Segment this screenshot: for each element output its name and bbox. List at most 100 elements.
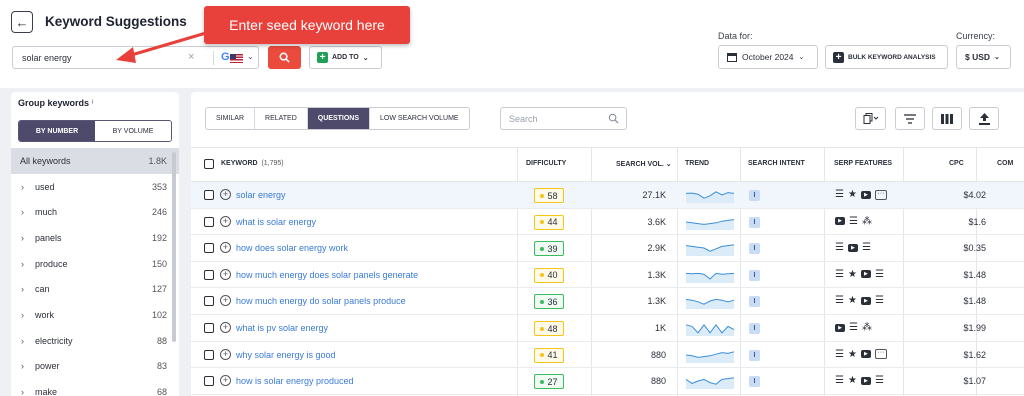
currency-label: Currency: xyxy=(956,31,996,41)
group-item-label: All keywords xyxy=(20,155,71,166)
seed-keyword-value: solar energy xyxy=(22,53,72,63)
chevron-down-icon[interactable]: ⌄ xyxy=(247,52,254,61)
keyword-header-label: KEYWORD xyxy=(221,160,258,167)
keyword-link[interactable]: how does solar energy work xyxy=(236,243,348,253)
group-item[interactable]: › power 83 xyxy=(11,354,179,380)
serp-features-header[interactable]: SERP FEATURES xyxy=(834,160,892,167)
serp-features: ☰ ★ ▶ ··· xyxy=(835,189,887,200)
add-circle-icon[interactable]: + xyxy=(220,189,231,200)
table-row[interactable]: + how much energy do solar panels produce… xyxy=(191,288,1024,315)
table-header: KEYWORD (1,795) DIFFICULTY SEARCH VOL. ⌄… xyxy=(191,147,1024,182)
search-button[interactable] xyxy=(268,46,301,69)
row-checkbox[interactable] xyxy=(204,216,214,227)
add-circle-icon[interactable]: + xyxy=(220,242,231,254)
group-item-label: used xyxy=(35,181,55,192)
group-item[interactable]: › make 68 xyxy=(11,379,179,396)
keyword-link[interactable]: how is solar energy produced xyxy=(236,376,354,386)
group-item[interactable]: › used 353 xyxy=(11,174,179,200)
difficulty-value: 48 xyxy=(547,323,558,334)
copy-button[interactable] xyxy=(855,107,886,130)
serp-features: ☰ ★ ▶ ☰ xyxy=(835,295,884,306)
select-all-checkbox[interactable] xyxy=(204,159,214,169)
table-row[interactable]: + what is solar energy 44 3.6K I ▶ ☰ ⁂ $1.6 xyxy=(191,209,1024,236)
group-item-label: make xyxy=(35,387,58,396)
row-checkbox[interactable] xyxy=(204,269,214,280)
tab-related[interactable]: RELATED xyxy=(255,108,308,129)
add-circle-icon[interactable]: + xyxy=(220,348,231,360)
back-button[interactable]: ← xyxy=(11,11,33,33)
row-checkbox[interactable] xyxy=(204,190,214,200)
keyword-link[interactable]: how much energy do solar panels produce xyxy=(236,296,406,306)
seed-keyword-input[interactable]: solar energy × G ⌄ xyxy=(12,46,259,69)
keyword-header[interactable]: KEYWORD (1,795) xyxy=(221,160,284,167)
add-circle-icon[interactable]: + xyxy=(220,322,231,333)
difficulty-header[interactable]: DIFFICULTY xyxy=(526,160,566,167)
group-item[interactable]: › produce 150 xyxy=(11,251,179,277)
group-list-scrollbar[interactable] xyxy=(172,152,176,342)
difficulty-value: 27 xyxy=(547,376,558,387)
row-checkbox[interactable] xyxy=(204,323,214,333)
filter-button[interactable] xyxy=(895,107,925,130)
table-row[interactable]: + why solar energy is good 41 880 I ☰ ★ ▶ ··· $1.… xyxy=(191,342,1024,369)
by-number-toggle[interactable]: BY NUMBER xyxy=(19,121,95,141)
bulk-keyword-analysis-button[interactable]: + BULK KEYWORD ANALYSIS xyxy=(825,45,948,69)
table-row[interactable]: + solar energy 58 27.1K I ☰ ★ ▶ ··· $4.02 xyxy=(191,182,1024,209)
row-checkbox[interactable] xyxy=(204,349,214,360)
keyword-link[interactable]: solar energy xyxy=(236,190,286,200)
tab-similar[interactable]: SIMILAR xyxy=(206,108,256,129)
table-row[interactable]: + how much energy does solar panels gener… xyxy=(191,262,1024,289)
columns-button[interactable] xyxy=(932,107,962,130)
row-checkbox[interactable] xyxy=(204,243,214,254)
keyword-link[interactable]: what is solar energy xyxy=(236,217,316,227)
add-circle-icon[interactable]: + xyxy=(220,268,231,280)
difficulty-badge: 40 xyxy=(534,267,564,283)
search-icon xyxy=(608,113,619,124)
group-item[interactable]: › electricity 88 xyxy=(11,328,179,354)
row-checkbox[interactable] xyxy=(204,296,214,307)
difficulty-dot xyxy=(540,273,545,278)
more-icon[interactable]: ··· xyxy=(874,189,887,200)
trend-sparkline xyxy=(685,350,735,363)
trend-header[interactable]: TREND xyxy=(685,160,709,167)
trend-sparkline xyxy=(685,272,735,283)
keyword-link[interactable]: what is pv solar energy xyxy=(236,323,328,333)
group-item-label: work xyxy=(35,309,55,320)
search-volume-header[interactable]: SEARCH VOL. ⌄ xyxy=(616,160,672,168)
add-to-button[interactable]: + ADD TO ⌄ xyxy=(309,46,382,69)
by-volume-toggle[interactable]: BY VOLUME xyxy=(95,121,171,141)
us-flag-icon[interactable] xyxy=(230,54,243,63)
group-item-all[interactable]: All keywords 1.8K xyxy=(11,148,179,174)
keyword-link[interactable]: how much energy does solar panels genera… xyxy=(236,270,418,280)
add-circle-icon[interactable]: + xyxy=(220,295,231,307)
tab-questions[interactable]: QUESTIONS xyxy=(307,108,371,129)
info-icon[interactable]: ⁱ xyxy=(92,98,94,108)
group-item[interactable]: › work 102 xyxy=(11,302,179,328)
date-selector[interactable]: October 2024 ⌄ xyxy=(718,45,818,69)
list-icon: ☰ xyxy=(835,189,844,200)
group-item-count: 88 xyxy=(156,335,167,346)
table-row[interactable]: + what is pv solar energy 48 1K I ▶ ☰ ⁂ $1.99 xyxy=(191,315,1024,342)
competition-header[interactable]: COM xyxy=(997,160,1013,167)
trend-sparkline xyxy=(685,191,735,203)
clear-icon[interactable]: × xyxy=(188,51,194,63)
cpc-header[interactable]: CPC xyxy=(949,160,964,167)
table-row[interactable]: + how is solar energy produced 27 880 I ☰ ★ ▶ ☰ $… xyxy=(191,368,1024,395)
tab-low-search-volume[interactable]: LOW SEARCH VOLUME xyxy=(370,108,469,129)
columns-icon xyxy=(941,113,953,124)
more-icon[interactable]: ··· xyxy=(874,349,887,360)
table-search-input[interactable]: Search xyxy=(500,107,627,130)
currency-selector[interactable]: $ USD ⌄ xyxy=(956,45,1011,69)
keyword-link[interactable]: why solar energy is good xyxy=(236,350,336,360)
add-circle-icon[interactable]: + xyxy=(220,215,231,227)
star-icon: ★ xyxy=(847,268,857,280)
group-item[interactable]: › panels 192 xyxy=(11,225,179,251)
group-item-label: power xyxy=(35,361,60,372)
search-intent-header[interactable]: SEARCH INTENT xyxy=(748,160,805,167)
difficulty-dot xyxy=(540,379,545,384)
table-row[interactable]: + how does solar energy work 39 2.9K I ☰ ▶ ☰ $0.… xyxy=(191,235,1024,262)
export-button[interactable] xyxy=(969,107,999,130)
add-circle-icon[interactable]: + xyxy=(220,375,231,387)
group-item[interactable]: › much 246 xyxy=(11,199,179,225)
group-item[interactable]: › can 127 xyxy=(11,276,179,302)
row-checkbox[interactable] xyxy=(204,376,214,387)
